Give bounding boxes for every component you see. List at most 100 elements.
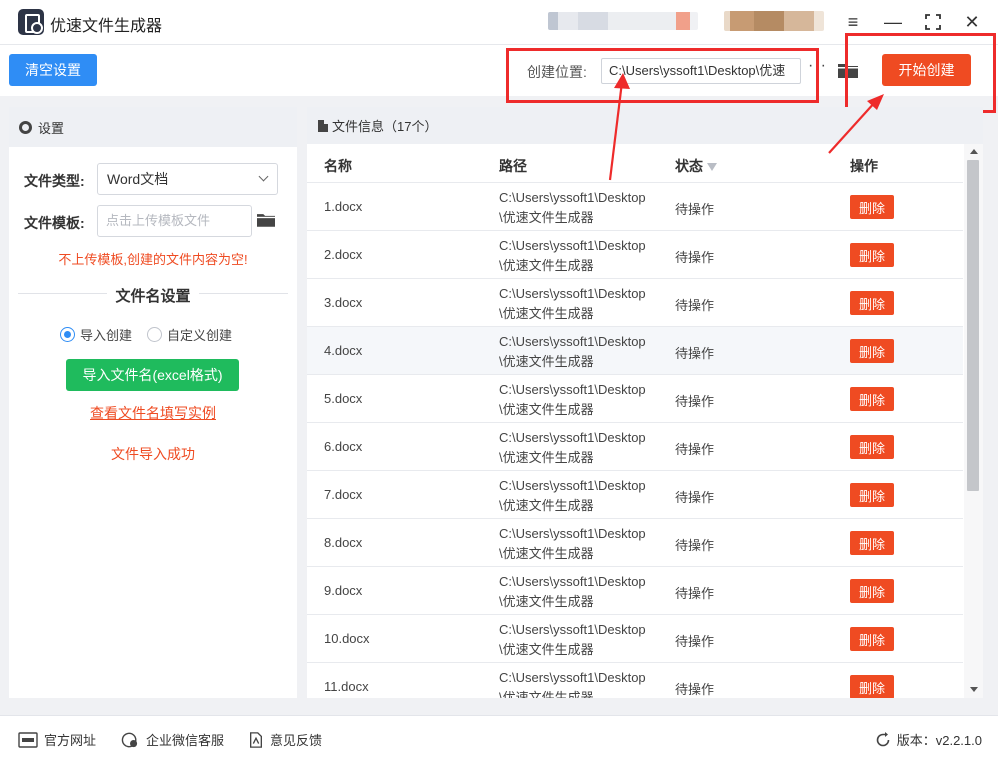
template-input[interactable]: 点击上传模板文件 bbox=[97, 205, 252, 237]
delete-button[interactable]: 删除 bbox=[850, 195, 894, 219]
website-label: 官方网址 bbox=[44, 733, 97, 748]
scroll-down-icon[interactable] bbox=[970, 687, 978, 692]
scroll-up-icon[interactable] bbox=[970, 149, 978, 154]
file-status: 待操作 bbox=[675, 490, 715, 505]
column-path: 路径 bbox=[499, 158, 527, 174]
file-status: 待操作 bbox=[675, 298, 715, 313]
file-path: C:\Users\yssoft1\Desktop\优速文件生成器 bbox=[499, 382, 646, 417]
wechat-label: 企业微信客服 bbox=[146, 733, 225, 748]
delete-button[interactable]: 删除 bbox=[850, 339, 894, 363]
refresh-icon[interactable] bbox=[875, 731, 891, 748]
table-row[interactable]: 11.docx C:\Users\yssoft1\Desktop\优速文件生成器 待… bbox=[307, 663, 963, 698]
blurred-account-info bbox=[548, 12, 698, 30]
example-link[interactable]: 查看文件名填写实例 bbox=[9, 403, 297, 423]
file-path: C:\Users\yssoft1\Desktop\优速文件生成器 bbox=[499, 670, 646, 698]
gear-icon bbox=[19, 120, 32, 134]
delete-button[interactable]: 删除 bbox=[850, 531, 894, 555]
settings-header: 设置 bbox=[9, 107, 297, 147]
table-row[interactable]: 5.docx C:\Users\yssoft1\Desktop\优速文件生成器 待操… bbox=[307, 375, 963, 423]
file-path: C:\Users\yssoft1\Desktop\优速文件生成器 bbox=[499, 430, 646, 465]
file-name: 1.docx bbox=[324, 199, 363, 214]
delete-button[interactable]: 删除 bbox=[850, 387, 894, 411]
minimize-button[interactable]: — bbox=[879, 8, 907, 36]
settings-panel: 设置 文件类型: Word文档 文件模板: 点击上传模板文件 不上传模板,创建的… bbox=[9, 107, 297, 698]
chevron-down-icon bbox=[258, 171, 269, 182]
website-link[interactable]: 官方网址 bbox=[18, 730, 96, 749]
file-status: 待操作 bbox=[675, 394, 715, 409]
file-name: 7.docx bbox=[324, 487, 363, 502]
delete-button[interactable]: 删除 bbox=[850, 483, 894, 507]
template-warning: 不上传模板,创建的文件内容为空! bbox=[58, 252, 248, 267]
file-status: 待操作 bbox=[675, 442, 715, 457]
file-status: 待操作 bbox=[675, 202, 715, 217]
app-logo-icon bbox=[18, 9, 44, 35]
scrollbar[interactable] bbox=[964, 144, 983, 698]
delete-button[interactable]: 删除 bbox=[850, 291, 894, 315]
table-row[interactable]: 2.docx C:\Users\yssoft1\Desktop\优速文件生成器 待操… bbox=[307, 231, 963, 279]
filter-icon[interactable] bbox=[707, 163, 717, 172]
filename-section-label: 文件名设置 bbox=[107, 288, 199, 305]
file-path: C:\Users\yssoft1\Desktop\优速文件生成器 bbox=[499, 622, 646, 657]
clear-settings-button[interactable]: 清空设置 bbox=[9, 54, 97, 86]
feedback-link[interactable]: 意见反馈 bbox=[248, 730, 322, 749]
delete-button[interactable]: 删除 bbox=[850, 435, 894, 459]
file-type-row: 文件类型: Word文档 bbox=[9, 163, 297, 195]
file-name: 2.docx bbox=[324, 247, 363, 262]
file-type-select[interactable]: Word文档 bbox=[97, 163, 278, 195]
filename-section-title: 文件名设置 bbox=[9, 285, 297, 306]
delete-button[interactable]: 删除 bbox=[850, 627, 894, 651]
file-path: C:\Users\yssoft1\Desktop\优速文件生成器 bbox=[499, 334, 646, 369]
file-status: 待操作 bbox=[675, 250, 715, 265]
scrollbar-thumb[interactable] bbox=[967, 160, 979, 491]
table-row[interactable]: 8.docx C:\Users\yssoft1\Desktop\优速文件生成器 待操… bbox=[307, 519, 963, 567]
radio-custom-indicator[interactable] bbox=[147, 327, 162, 342]
file-name: 8.docx bbox=[324, 535, 363, 550]
table-row[interactable]: 10.docx C:\Users\yssoft1\Desktop\优速文件生成器 待… bbox=[307, 615, 963, 663]
document-icon bbox=[318, 119, 328, 132]
column-name: 名称 bbox=[324, 158, 352, 174]
column-status: 状态 bbox=[675, 158, 703, 174]
delete-button[interactable]: 删除 bbox=[850, 579, 894, 603]
table-row[interactable]: 4.docx C:\Users\yssoft1\Desktop\优速文件生成器 待操… bbox=[307, 327, 963, 375]
table-row[interactable]: 7.docx C:\Users\yssoft1\Desktop\优速文件生成器 待操… bbox=[307, 471, 963, 519]
file-status: 待操作 bbox=[675, 682, 715, 697]
wechat-service-link[interactable]: 企业微信客服 bbox=[120, 730, 224, 749]
table-body: 1.docx C:\Users\yssoft1\Desktop\优速文件生成器 待操… bbox=[307, 183, 963, 698]
table-row[interactable]: 1.docx C:\Users\yssoft1\Desktop\优速文件生成器 待操… bbox=[307, 183, 963, 231]
file-path: C:\Users\yssoft1\Desktop\优速文件生成器 bbox=[499, 478, 646, 513]
file-name: 9.docx bbox=[324, 583, 363, 598]
radio-import-indicator[interactable] bbox=[60, 327, 75, 342]
blurred-avatar bbox=[724, 11, 824, 31]
file-name: 5.docx bbox=[324, 391, 363, 406]
import-filenames-button[interactable]: 导入文件名(excel格式) bbox=[66, 359, 239, 391]
radio-custom[interactable]: 自定义创建 bbox=[147, 325, 232, 344]
radio-import[interactable]: 导入创建 bbox=[60, 325, 132, 344]
file-name: 6.docx bbox=[324, 439, 363, 454]
file-path: C:\Users\yssoft1\Desktop\优速文件生成器 bbox=[499, 574, 646, 609]
radio-custom-label: 自定义创建 bbox=[167, 328, 233, 343]
website-icon bbox=[18, 731, 38, 748]
file-path: C:\Users\yssoft1\Desktop\优速文件生成器 bbox=[499, 238, 646, 273]
delete-button[interactable]: 删除 bbox=[850, 675, 894, 698]
close-button[interactable]: ✕ bbox=[958, 8, 986, 36]
delete-button[interactable]: 删除 bbox=[850, 243, 894, 267]
template-label: 文件模板: bbox=[24, 215, 85, 231]
highlight-box-location bbox=[506, 48, 819, 103]
status-bar: 官方网址 企业微信客服 意见反馈 版本：v2.2.1.0 bbox=[0, 715, 998, 759]
feedback-label: 意见反馈 bbox=[270, 733, 323, 748]
maximize-icon bbox=[925, 14, 941, 30]
file-type-value: Word文档 bbox=[107, 171, 169, 187]
feedback-icon bbox=[250, 731, 262, 748]
highlight-box-start bbox=[845, 33, 996, 113]
table-row[interactable]: 3.docx C:\Users\yssoft1\Desktop\优速文件生成器 待操… bbox=[307, 279, 963, 327]
menu-icon[interactable]: ≡ bbox=[839, 8, 867, 36]
file-name: 10.docx bbox=[324, 631, 370, 646]
table-row[interactable]: 6.docx C:\Users\yssoft1\Desktop\优速文件生成器 待操… bbox=[307, 423, 963, 471]
file-name: 4.docx bbox=[324, 343, 363, 358]
file-name: 3.docx bbox=[324, 295, 363, 310]
file-list-panel: 文件信息（17个） 名称 路径 状态 操作 1.docx C:\Users\yss… bbox=[307, 107, 983, 698]
file-path: C:\Users\yssoft1\Desktop\优速文件生成器 bbox=[499, 286, 646, 321]
folder-icon[interactable] bbox=[257, 212, 275, 227]
maximize-button[interactable] bbox=[919, 8, 947, 36]
table-row[interactable]: 9.docx C:\Users\yssoft1\Desktop\优速文件生成器 待操… bbox=[307, 567, 963, 615]
